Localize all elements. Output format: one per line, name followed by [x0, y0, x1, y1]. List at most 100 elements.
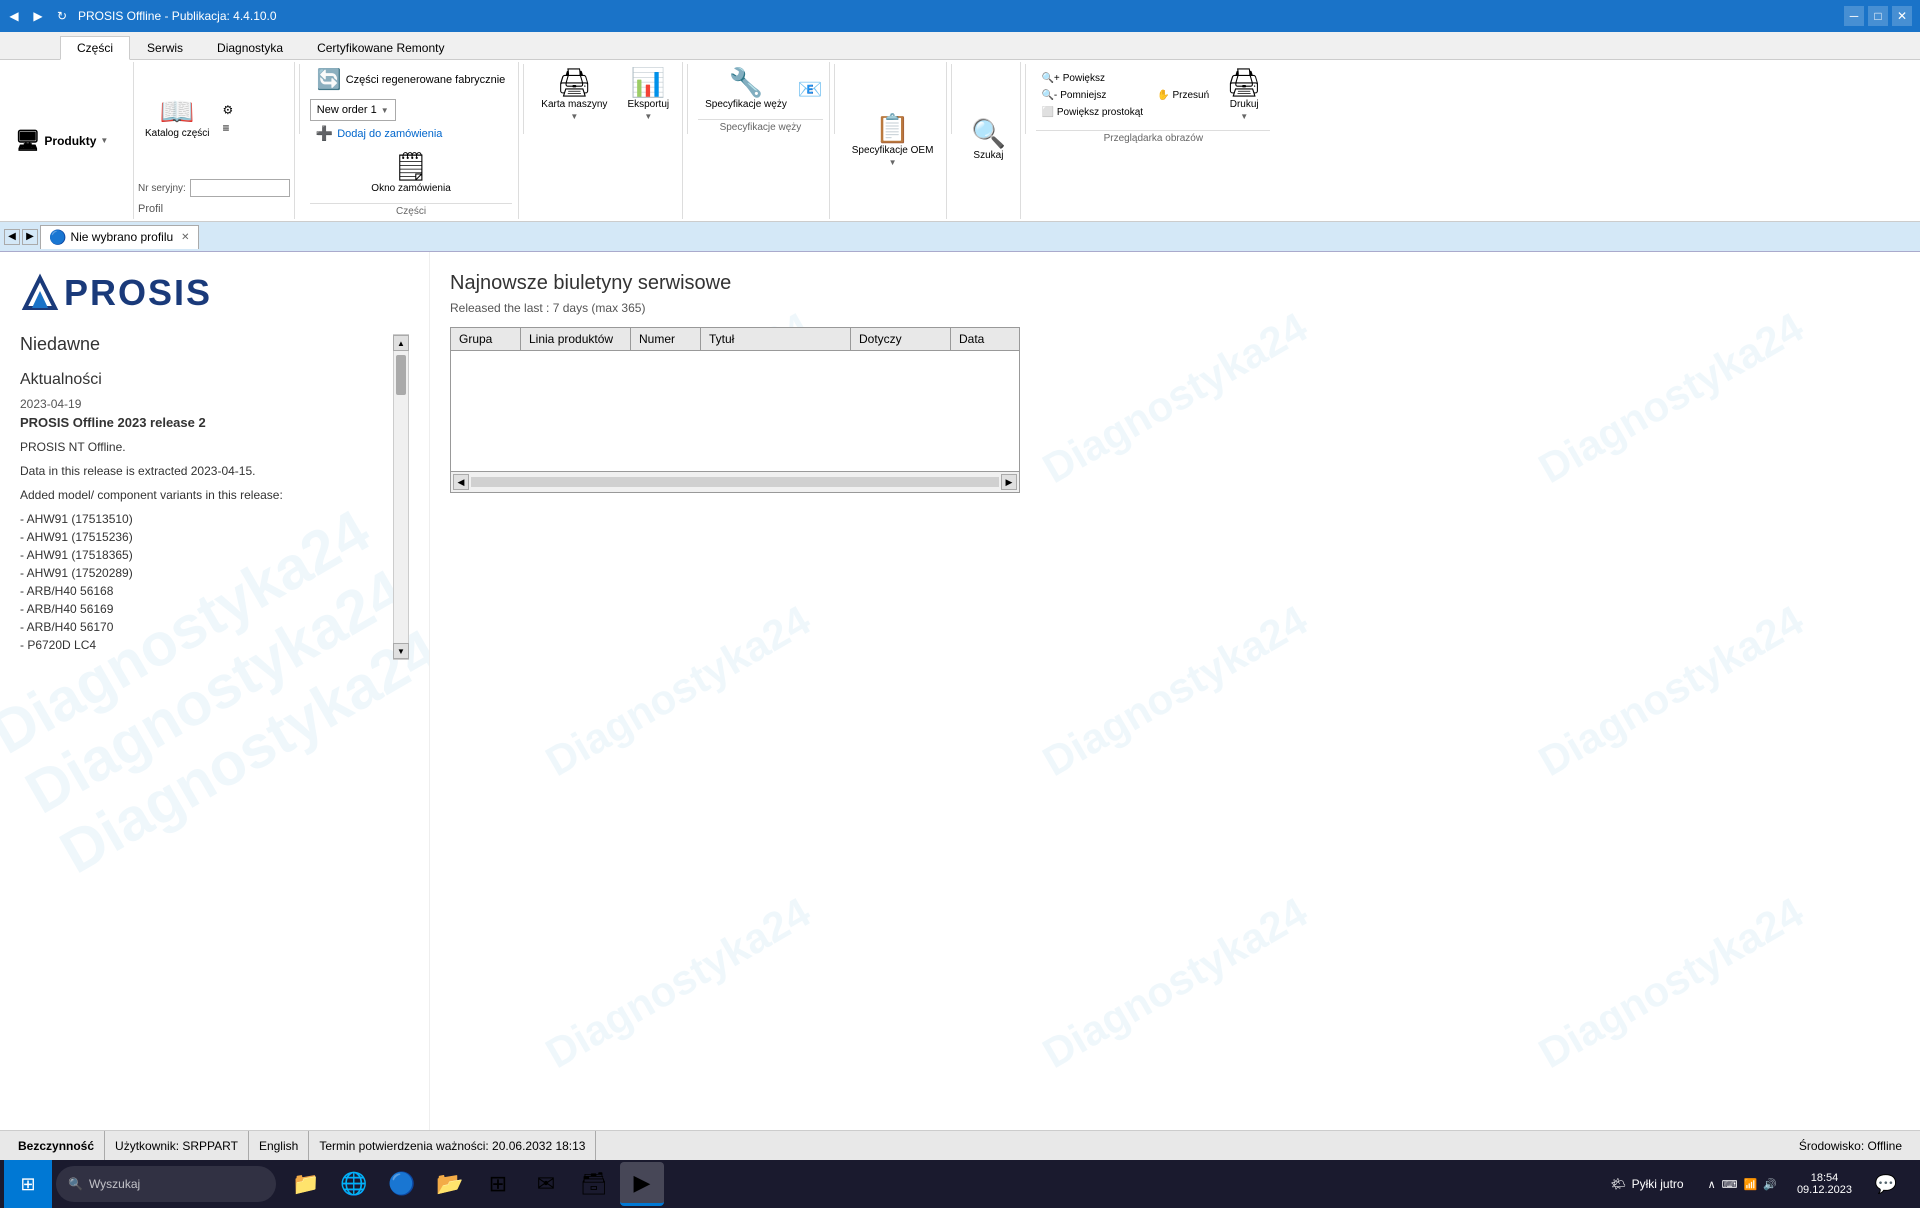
order-window-btn[interactable]: 🗒 Okno zamówienia — [310, 148, 513, 199]
tab-prev-btn[interactable]: ◀ — [4, 229, 20, 245]
forward-btn[interactable]: ▶ — [28, 6, 48, 26]
tab-diagnostyka[interactable]: Diagnostyka — [200, 36, 300, 59]
taskbar-explorer2[interactable]: 📂 — [428, 1162, 472, 1206]
hose-label: Specyfikacje węży — [705, 99, 787, 110]
hose-email-btn[interactable]: 📧 — [798, 77, 823, 102]
image-browser-group: 🔍+ Powiększ 🔍- Pomniejsz ⬜ Powiększ pros… — [1030, 62, 1276, 219]
table-scroll-right[interactable]: ▶ — [1001, 474, 1017, 490]
export-icon: 📊 — [631, 69, 666, 97]
bulletin-title: Najnowsze biuletyny serwisowe — [450, 272, 1900, 295]
news-p4: - AHW91 (17513510)- AHW91 (17515236)- AH… — [20, 510, 393, 654]
news-date: 2023-04-19 — [20, 397, 393, 411]
ribbon-toolbar: 🖥 Produkty ▼ 📖 Katalog części ⚙ ≡ Nr ser… — [0, 60, 1920, 222]
main-content: Diagnostyka24Diagnostyka24Diagnostyka24 … — [0, 252, 1920, 1130]
maximize-btn[interactable]: □ — [1868, 6, 1888, 26]
catalog-icon: 📖 — [160, 98, 195, 126]
systray-arrow[interactable]: ∧ — [1708, 1178, 1716, 1191]
right-panel: Diagnostyka24 Diagnostyka24 Diagnostyka2… — [430, 252, 1920, 1130]
left-scrollbar[interactable]: ▲ ▼ — [393, 334, 409, 660]
notification-btn[interactable]: 💬 — [1864, 1162, 1908, 1206]
tab-certyfikowane[interactable]: Certyfikowane Remonty — [300, 36, 461, 59]
oem-group: 📋 Specyfikacje OEM ▼ — [839, 62, 948, 219]
taskbar-db[interactable]: 🗃 — [572, 1162, 616, 1206]
back-btn[interactable]: ◀ — [4, 6, 24, 26]
wm8: Diagnostyka24 — [887, 733, 1463, 1130]
taskbar-prosis[interactable]: ▶ — [620, 1162, 664, 1206]
status-expiry: Termin potwierdzenia ważności: 20.06.203… — [309, 1131, 596, 1160]
catalog-label: Katalog części — [145, 128, 209, 139]
news-body: PROSIS NT Offline. Data in this release … — [20, 438, 393, 654]
col-number: Numer — [631, 328, 701, 350]
search-group: 🔍 Szukaj — [956, 62, 1021, 219]
zoom-out-btn[interactable]: 🔍- Pomniejsz — [1036, 88, 1148, 103]
start-button[interactable]: ⊞ — [4, 1160, 52, 1208]
hose-spec-btn[interactable]: 🔧 Specyfikacje węży — [698, 64, 794, 115]
search-label: Szukaj — [973, 150, 1003, 161]
bulletin-table-header: Grupa Linia produktów Numer Tytuł Dotycz… — [451, 328, 1019, 351]
network-icon[interactable]: 📶 — [1744, 1178, 1758, 1191]
move-btn[interactable]: ✋ Przesuń — [1152, 88, 1214, 103]
print-label: Drukuj — [1230, 99, 1259, 110]
machine-dropdown: ▼ — [570, 112, 578, 121]
taskbar-right: 🌤 Pyłki jutro ∧ ⌨ 📶 🔊 18:54 09.12.2023 💬 — [1600, 1162, 1916, 1206]
machine-card-btn[interactable]: 🖨 Karta maszyny ▼ — [534, 64, 614, 126]
taskbar-weather[interactable]: 🌤 Pyłki jutro — [1600, 1173, 1693, 1195]
title-bar-left: ◀ ▶ ↻ PROSIS Offline - Publikacja: 4.4.1… — [8, 9, 277, 23]
taskbar-chrome[interactable]: 🔵 — [380, 1162, 424, 1206]
recent-title: Niedawne — [20, 334, 393, 355]
news-title: Aktualności — [20, 371, 393, 389]
add-label: Dodaj do zamówienia — [337, 128, 442, 140]
scroll-thumb[interactable] — [396, 355, 406, 395]
oem-spec-btn[interactable]: 📋 Specyfikacje OEM ▼ — [845, 64, 941, 217]
col-product-line: Linia produktów — [521, 328, 631, 350]
quick-access-toolbar: ◀ ▶ ↻ — [4, 6, 72, 26]
catalog-settings-btn[interactable]: ⚙ — [222, 103, 233, 117]
taskbar-store[interactable]: ⊞ — [476, 1162, 520, 1206]
prosis-logo: PROSIS — [20, 272, 409, 314]
col-group: Grupa — [451, 328, 521, 350]
close-btn[interactable]: ✕ — [1892, 6, 1912, 26]
tab-serwis[interactable]: Serwis — [130, 36, 200, 59]
released-label: Released the last : 7 days (max 365) — [450, 301, 1900, 315]
hose-group-label: Specyfikacje węży — [698, 119, 823, 133]
status-user: Użytkownik: SRPPART — [105, 1131, 249, 1160]
add-to-order-btn[interactable]: ➕ Dodaj do zamówienia — [310, 123, 513, 144]
print-btn[interactable]: 🖨 Drukuj ▼ — [1218, 64, 1270, 126]
wm4: Diagnostyka24 — [430, 440, 967, 942]
news-p3: Added model/ component variants in this … — [20, 486, 393, 504]
regen-icon: 🔄 — [317, 67, 342, 92]
active-tab[interactable]: 🔵 Nie wybrano profilu ✕ — [40, 225, 199, 249]
regen-parts-btn[interactable]: 🔄 Części regenerowane fabrycznie — [310, 64, 513, 95]
volume-icon[interactable]: 🔊 — [1763, 1178, 1777, 1191]
sep3 — [687, 64, 688, 134]
news-p1: PROSIS NT Offline. — [20, 438, 393, 456]
rect-zoom-btn[interactable]: ⬜ Powiększ prostokąt — [1036, 105, 1148, 120]
order-dropdown[interactable]: New order 1 ▼ — [310, 99, 396, 121]
list-icon: ≡ — [222, 121, 229, 135]
export-btn[interactable]: 📊 Eksportuj ▼ — [620, 64, 676, 126]
search-btn[interactable]: 🔍 Szukaj — [962, 64, 1014, 217]
serial-input[interactable] — [190, 179, 290, 197]
taskbar-edge[interactable]: 🌐 — [332, 1162, 376, 1206]
catalog-extra-btn[interactable]: ≡ — [222, 121, 229, 135]
taskbar-mail[interactable]: ✉ — [524, 1162, 568, 1206]
tab-next-btn[interactable]: ▶ — [22, 229, 38, 245]
minimize-btn[interactable]: ─ — [1844, 6, 1864, 26]
tab-icon: 🔵 — [49, 229, 66, 246]
tab-close-btn[interactable]: ✕ — [181, 232, 189, 243]
search-icon: 🔍 — [971, 120, 1006, 148]
taskbar-file-explorer[interactable]: 📁 — [284, 1162, 328, 1206]
table-scroll-left[interactable]: ◀ — [453, 474, 469, 490]
taskbar: ⊞ 🔍 Wyszukaj 📁 🌐 🔵 📂 ⊞ ✉ 🗃 ▶ 🌤 Pyłki jut… — [0, 1160, 1920, 1208]
sep6 — [1025, 64, 1026, 134]
scroll-up-arrow[interactable]: ▲ — [393, 335, 409, 351]
taskbar-clock[interactable]: 18:54 09.12.2023 — [1791, 1170, 1858, 1198]
products-dropdown-btn[interactable]: 🖥 Produkty ▼ — [8, 125, 115, 156]
catalog-btn[interactable]: 📖 Katalog części — [138, 93, 216, 144]
products-group: 🖥 Produkty ▼ — [4, 62, 134, 219]
tab-czesci[interactable]: Części — [60, 36, 130, 60]
refresh-btn[interactable]: ↻ — [52, 6, 72, 26]
taskbar-search[interactable]: 🔍 Wyszukaj — [56, 1166, 276, 1202]
zoom-in-btn[interactable]: 🔍+ Powiększ — [1036, 71, 1148, 86]
scroll-down-arrow[interactable]: ▼ — [393, 643, 409, 659]
